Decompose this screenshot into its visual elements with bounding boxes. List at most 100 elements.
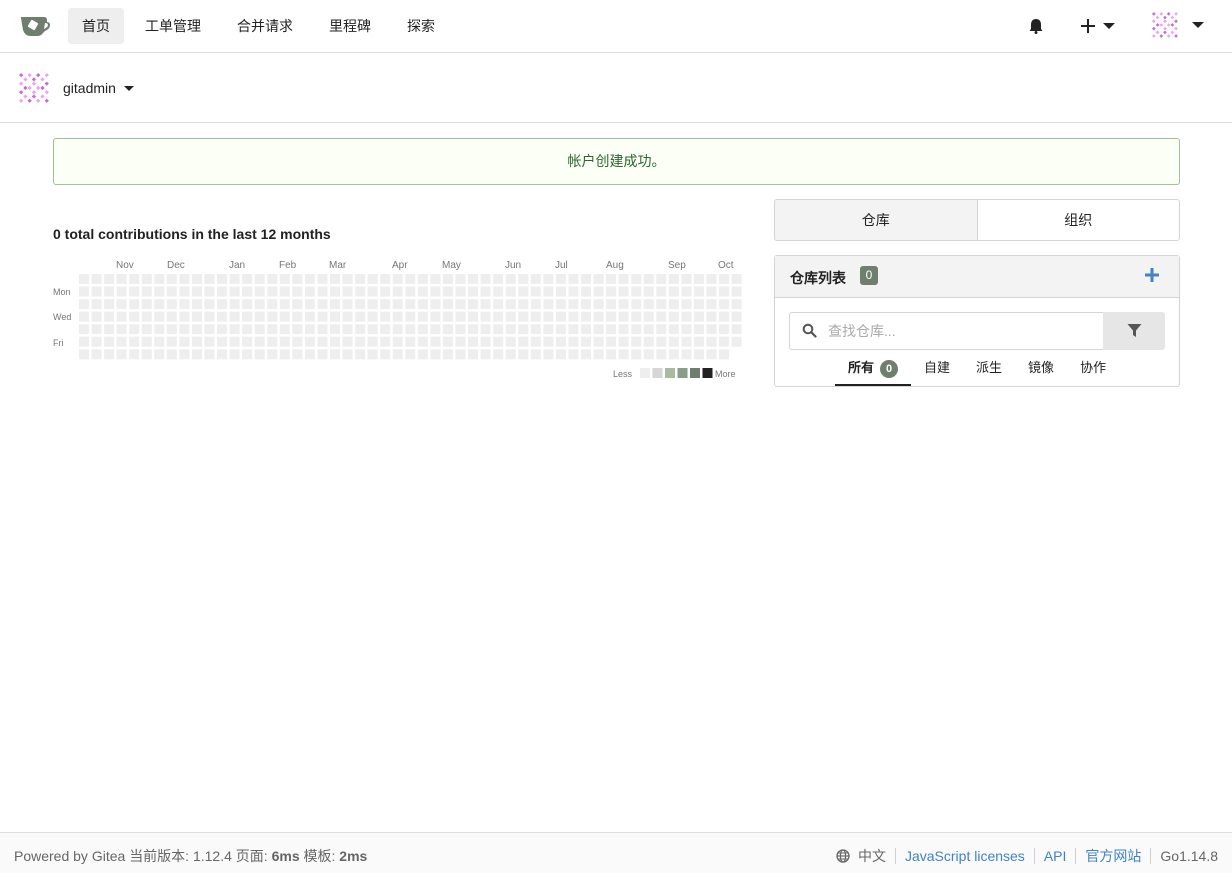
notification-bell-icon[interactable] — [1028, 18, 1044, 34]
dashboard-tabs: 仓库 组织 — [774, 199, 1180, 241]
nav-home[interactable]: 首页 — [68, 8, 124, 44]
heatmap-day-cell — [392, 324, 403, 335]
heatmap-day-cell — [317, 286, 328, 297]
heatmap-day-cell — [342, 311, 353, 322]
filter-tab-mirrors[interactable]: 镜像 — [1015, 356, 1067, 386]
chevron-down-icon[interactable] — [124, 86, 134, 91]
filter-tab-all[interactable]: 所有 0 — [835, 356, 912, 386]
page-time-value: 6ms — [271, 848, 300, 864]
heatmap-day-cell — [204, 336, 215, 347]
heatmap-day-cell — [242, 286, 253, 297]
avatar-pixel — [19, 90, 24, 95]
heatmap-day-cell — [668, 286, 679, 297]
top-navbar: 首页 工单管理 合并请求 里程碑 探索 — [0, 0, 1232, 53]
heatmap-day-cell — [392, 311, 403, 322]
heatmap-day-cell — [342, 324, 353, 335]
user-avatar[interactable] — [1152, 12, 1178, 38]
powered-by-link[interactable]: Powered by Gitea — [14, 848, 125, 864]
filter-tab-forks[interactable]: 派生 — [963, 356, 1015, 386]
contributions-title: 0 total contributions in the last 12 mon… — [53, 226, 331, 242]
heatmap-day-cell — [543, 349, 554, 360]
heatmap-day-cell — [643, 324, 654, 335]
tab-repositories[interactable]: 仓库 — [775, 200, 978, 240]
chevron-down-icon[interactable] — [1192, 22, 1204, 28]
avatar-pixel — [1159, 23, 1164, 27]
heatmap-day-cell — [317, 299, 328, 310]
add-repo-plus-icon[interactable] — [1143, 266, 1161, 284]
heatmap-day-cell — [342, 274, 353, 284]
heatmap-day-cell — [392, 336, 403, 347]
filter-count-badge: 0 — [880, 360, 899, 378]
heatmap-day-cell — [279, 349, 290, 360]
heatmap-day-cell — [154, 349, 165, 360]
official-website-link[interactable]: 官方网站 — [1085, 846, 1141, 866]
heatmap-day-cell — [681, 311, 692, 322]
repo-search — [789, 312, 1166, 350]
heatmap-day-cell — [568, 336, 579, 347]
heatmap-day-cell — [442, 349, 453, 360]
heatmap-day-cell — [217, 299, 228, 310]
heatmap-day-cell — [430, 336, 441, 347]
heatmap-day-label: Fri — [53, 338, 64, 348]
page-time-label: 页面: — [235, 848, 268, 864]
heatmap-day-cell — [204, 286, 215, 297]
heatmap-day-cell — [317, 336, 328, 347]
heatmap-day-cell — [217, 311, 228, 322]
repo-list-header: 仓库列表 0 — [775, 256, 1179, 298]
heatmap-day-cell — [191, 274, 202, 284]
heatmap-day-cell — [706, 299, 717, 310]
heatmap-day-cell — [693, 336, 704, 347]
create-new-menu[interactable] — [1081, 16, 1121, 36]
heatmap-day-cell — [292, 349, 303, 360]
repo-filter-button[interactable] — [1103, 312, 1165, 350]
heatmap-day-cell — [719, 299, 730, 310]
heatmap-day-cell — [643, 286, 654, 297]
heatmap-day-cell — [229, 336, 240, 347]
heatmap-day-cell — [693, 274, 704, 284]
nav-explore[interactable]: 探索 — [393, 8, 449, 44]
heatmap-day-cell — [656, 286, 667, 297]
heatmap-day-cell — [668, 299, 679, 310]
heatmap-day-cell — [217, 274, 228, 284]
heatmap-day-cell — [217, 324, 228, 335]
api-link[interactable]: API — [1044, 848, 1067, 864]
heatmap-day-cell — [204, 274, 215, 284]
nav-pull-requests[interactable]: 合并请求 — [223, 8, 307, 44]
gitea-logo-icon[interactable] — [20, 13, 50, 39]
divider — [1150, 848, 1152, 864]
filter-tab-sources[interactable]: 自建 — [911, 356, 963, 386]
nav-milestones[interactable]: 里程碑 — [315, 8, 385, 44]
avatar-pixel — [44, 73, 49, 78]
heatmap-day-cell — [342, 336, 353, 347]
heatmap-day-cell — [631, 286, 642, 297]
heatmap-day-cell — [254, 336, 265, 347]
heatmap-day-cell — [618, 311, 629, 322]
heatmap-day-cell — [91, 311, 102, 322]
heatmap-day-cell — [254, 286, 265, 297]
heatmap-month-label: May — [442, 260, 461, 271]
javascript-licenses-link[interactable]: JavaScript licenses — [905, 848, 1025, 864]
tab-organizations[interactable]: 组织 — [978, 200, 1180, 240]
avatar-pixel — [23, 77, 28, 82]
repo-list-panel: 仓库列表 0 所有 0 自建 派生 镜像 协作 — [774, 255, 1180, 387]
heatmap-day-cell — [392, 274, 403, 284]
heatmap-day-cell — [543, 311, 554, 322]
heatmap-day-cell — [330, 336, 340, 347]
heatmap-day-cell — [367, 311, 378, 322]
heatmap-day-cell — [731, 286, 742, 297]
repo-search-input[interactable] — [789, 312, 1104, 350]
filter-tab-label: 所有 — [848, 360, 875, 375]
filter-tab-collaborative[interactable]: 协作 — [1067, 356, 1119, 386]
heatmap-day-cell — [179, 349, 190, 360]
heatmap-day-cell — [518, 336, 529, 347]
avatar-pixel — [36, 73, 41, 78]
heatmap-day-cell — [681, 274, 692, 284]
nav-issues[interactable]: 工单管理 — [131, 8, 215, 44]
heatmap-day-cell — [518, 274, 529, 284]
context-username[interactable]: gitadmin — [63, 80, 116, 96]
heatmap-day-cell — [380, 311, 391, 322]
heatmap-day-cell — [355, 299, 366, 310]
language-selector[interactable]: 中文 — [858, 846, 886, 866]
heatmap-day-cell — [367, 349, 378, 360]
heatmap-day-cell — [91, 324, 102, 335]
